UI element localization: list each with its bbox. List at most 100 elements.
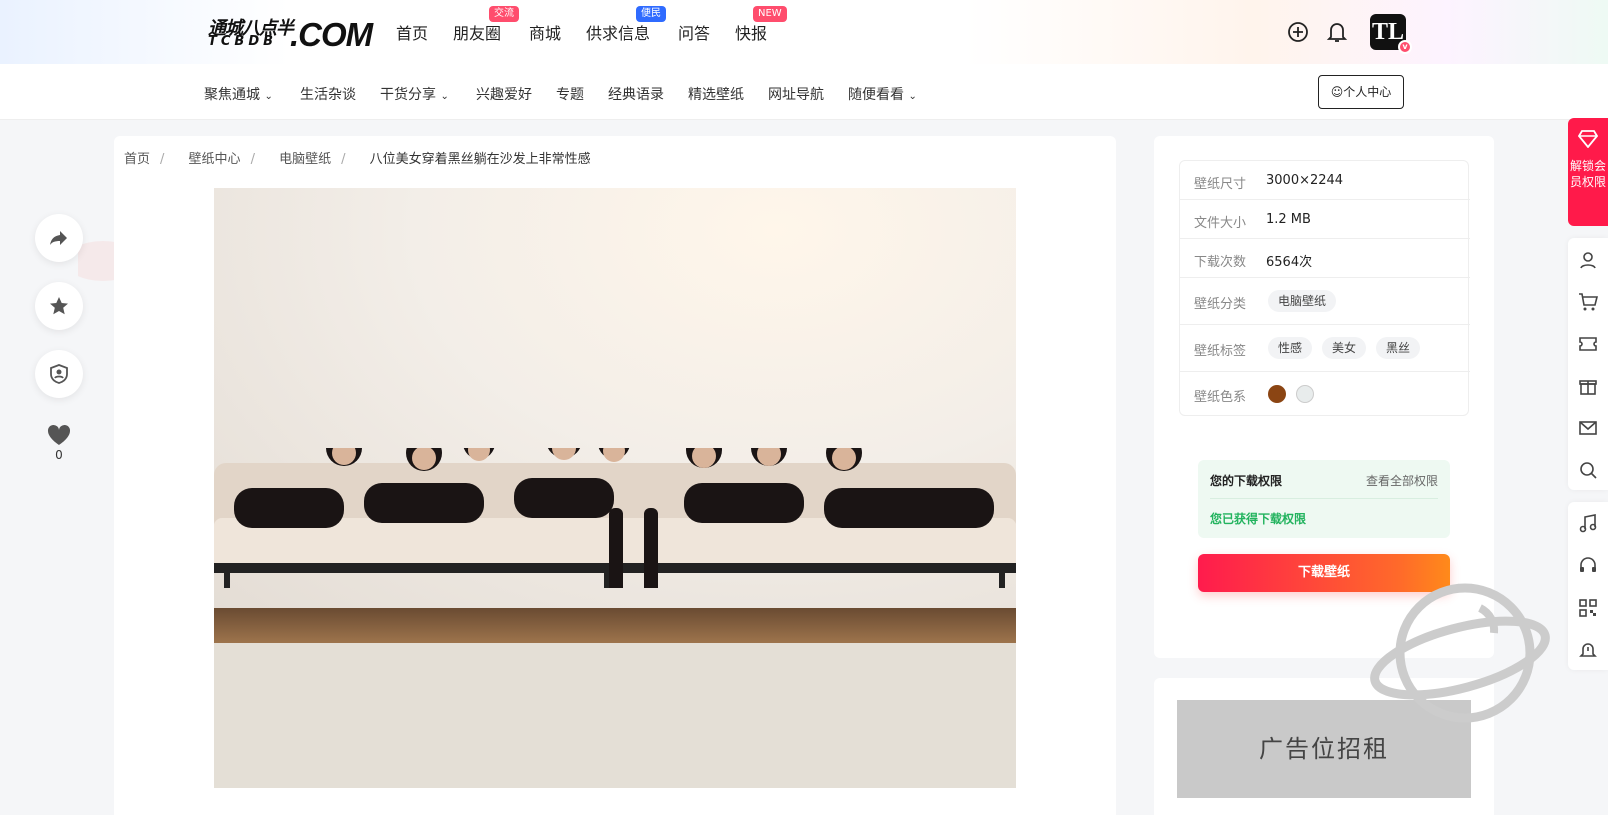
- color-swatch-brown[interactable]: [1268, 385, 1286, 403]
- logo-com: .COM: [290, 16, 373, 53]
- photo-rug: [214, 643, 1016, 788]
- logo-en: TCBDB: [208, 34, 278, 49]
- subnav-random[interactable]: 随便看看 ⌄: [848, 84, 917, 104]
- subnav-life[interactable]: 生活杂谈: [300, 84, 356, 104]
- info-row-colors: 壁纸色系: [1180, 372, 1470, 416]
- nav-moments-badge: 交流: [489, 6, 519, 22]
- bell-alert-icon[interactable]: [1578, 640, 1598, 660]
- breadcrumb-pc-wallpaper[interactable]: 电脑壁纸: [279, 152, 331, 167]
- right-sidebar-group1: [1568, 238, 1608, 490]
- nav-moments-label: 朋友圈: [453, 24, 502, 43]
- filesize-value: 1.2 MB: [1266, 212, 1311, 227]
- vip-unlock-button[interactable]: 解锁会员权限: [1568, 118, 1608, 226]
- breadcrumb-current: 八位美女穿着黑丝躺在沙发上非常性感: [369, 152, 591, 167]
- subnav-links[interactable]: 网址导航: [768, 84, 824, 104]
- like-count: 0: [55, 448, 63, 462]
- nav-news-label: 快报: [735, 24, 768, 43]
- tag-sexy[interactable]: 性感: [1268, 337, 1313, 359]
- favorite-button[interactable]: [35, 282, 83, 330]
- user-outline-icon: ☺: [1330, 85, 1344, 99]
- subnav-focus[interactable]: 聚焦通城 ⌄: [204, 84, 273, 104]
- subnav-quotes[interactable]: 经典语录: [608, 84, 664, 104]
- permission-status: 您已获得下载权限: [1210, 512, 1307, 526]
- diamond-icon: [1578, 130, 1598, 148]
- nav-supply[interactable]: 供求信息 便民: [586, 6, 666, 44]
- downloads-value: 6564次: [1266, 255, 1313, 270]
- chevron-down-icon: ⌄: [264, 91, 273, 102]
- shield-user-icon: [50, 364, 68, 384]
- color-swatch-lightgray[interactable]: [1296, 385, 1314, 403]
- bell-icon[interactable]: [1326, 20, 1348, 44]
- avatar[interactable]: TL v: [1370, 14, 1412, 54]
- info-row-category: 壁纸分类 电脑壁纸: [1180, 278, 1470, 325]
- add-circle-icon[interactable]: [1287, 21, 1309, 43]
- site-logo[interactable]: 通城八点半 TCBDB .COM: [208, 14, 373, 53]
- ticket-icon[interactable]: [1578, 334, 1598, 354]
- gift-icon[interactable]: [1578, 376, 1598, 396]
- size-value: 3000×2244: [1266, 173, 1344, 188]
- tags-label: 壁纸标签: [1194, 344, 1247, 359]
- photo-sofa-figures: [214, 448, 1016, 588]
- wallpaper-image[interactable]: [214, 188, 1016, 788]
- nav-news-badge: NEW: [753, 6, 787, 22]
- nav-qa[interactable]: 问答: [678, 20, 710, 44]
- report-button[interactable]: [35, 350, 83, 398]
- nav-moments[interactable]: 朋友圈 交流: [453, 6, 519, 44]
- right-sidebar-group2: [1568, 502, 1608, 670]
- tag-black-silk[interactable]: 黑丝: [1376, 337, 1421, 359]
- category-tag[interactable]: 电脑壁纸: [1268, 290, 1337, 312]
- chevron-down-icon: ⌄: [908, 91, 917, 102]
- headset-icon[interactable]: [1578, 556, 1598, 576]
- breadcrumb-wallpaper-center[interactable]: 壁纸中心: [189, 152, 241, 167]
- view-all-permissions-link[interactable]: 查看全部权限: [1366, 472, 1438, 489]
- permission-title: 您的下载权限: [1210, 474, 1283, 488]
- info-row-downloads: 下载次数 6564次: [1180, 239, 1470, 278]
- subnav-tips[interactable]: 干货分享 ⌄: [380, 84, 449, 104]
- chevron-down-icon: ⌄: [440, 91, 449, 102]
- colors-label: 壁纸色系: [1194, 390, 1247, 405]
- tag-beauty[interactable]: 美女: [1322, 337, 1367, 359]
- info-row-tags: 壁纸标签 性感 美女 黑丝: [1180, 325, 1470, 372]
- planet-watermark: [1370, 583, 1550, 723]
- downloads-label: 下载次数: [1194, 255, 1247, 270]
- share-button[interactable]: [35, 214, 83, 262]
- breadcrumb: 首页 / 壁纸中心 / 电脑壁纸 / 八位美女穿着黑丝躺在沙发上非常性感: [124, 148, 601, 167]
- user-icon[interactable]: [1578, 250, 1598, 270]
- download-permission-box: 您的下载权限 查看全部权限 您已获得下载权限: [1198, 460, 1450, 538]
- breadcrumb-sep: /: [341, 152, 346, 167]
- breadcrumb-sep: /: [160, 152, 165, 167]
- search-icon[interactable]: [1578, 460, 1598, 480]
- subnav-tips-label: 干货分享: [380, 87, 436, 103]
- heart-icon[interactable]: [47, 424, 71, 446]
- info-row-filesize: 文件大小 1.2 MB: [1180, 200, 1470, 239]
- user-center-button[interactable]: ☺个人中心: [1318, 75, 1404, 109]
- wallpaper-info-table: 壁纸尺寸 3000×2244 文件大小 1.2 MB 下载次数 6564次 壁纸…: [1179, 160, 1470, 416]
- subnav-wallpaper[interactable]: 精选壁纸: [688, 84, 744, 104]
- nav-supply-badge: 便民: [636, 6, 666, 22]
- breadcrumb-home[interactable]: 首页: [124, 152, 150, 167]
- mail-icon[interactable]: [1578, 418, 1598, 438]
- subnav-hobby[interactable]: 兴趣爱好: [476, 84, 532, 104]
- nav-mall[interactable]: 商城: [529, 20, 561, 44]
- share-icon: [50, 231, 67, 245]
- user-center-label: 个人中心: [1343, 85, 1392, 99]
- top-header: 通城八点半 TCBDB .COM 首页 朋友圈 交流 商城 供求信息 便民 问答 快…: [0, 0, 1608, 64]
- vip-label: 解锁会员权限: [1569, 159, 1606, 189]
- nav-news[interactable]: 快报 NEW: [735, 6, 787, 44]
- category-label: 壁纸分类: [1194, 297, 1247, 312]
- cart-icon[interactable]: [1578, 292, 1598, 312]
- nav-home[interactable]: 首页: [396, 20, 428, 44]
- qrcode-icon[interactable]: [1578, 598, 1598, 618]
- subnav-topic[interactable]: 专题: [556, 84, 584, 104]
- avatar-vip-badge: v: [1398, 40, 1412, 54]
- music-icon[interactable]: [1578, 514, 1598, 534]
- nav-supply-label: 供求信息: [586, 24, 651, 43]
- filesize-label: 文件大小: [1194, 216, 1247, 231]
- subnav-focus-label: 聚焦通城: [204, 87, 260, 103]
- subnav-random-label: 随便看看: [848, 87, 904, 103]
- info-row-size: 壁纸尺寸 3000×2244: [1180, 161, 1470, 200]
- breadcrumb-sep: /: [250, 152, 255, 167]
- size-label: 壁纸尺寸: [1194, 177, 1247, 192]
- star-icon: [50, 297, 68, 315]
- permission-divider: [1210, 498, 1438, 499]
